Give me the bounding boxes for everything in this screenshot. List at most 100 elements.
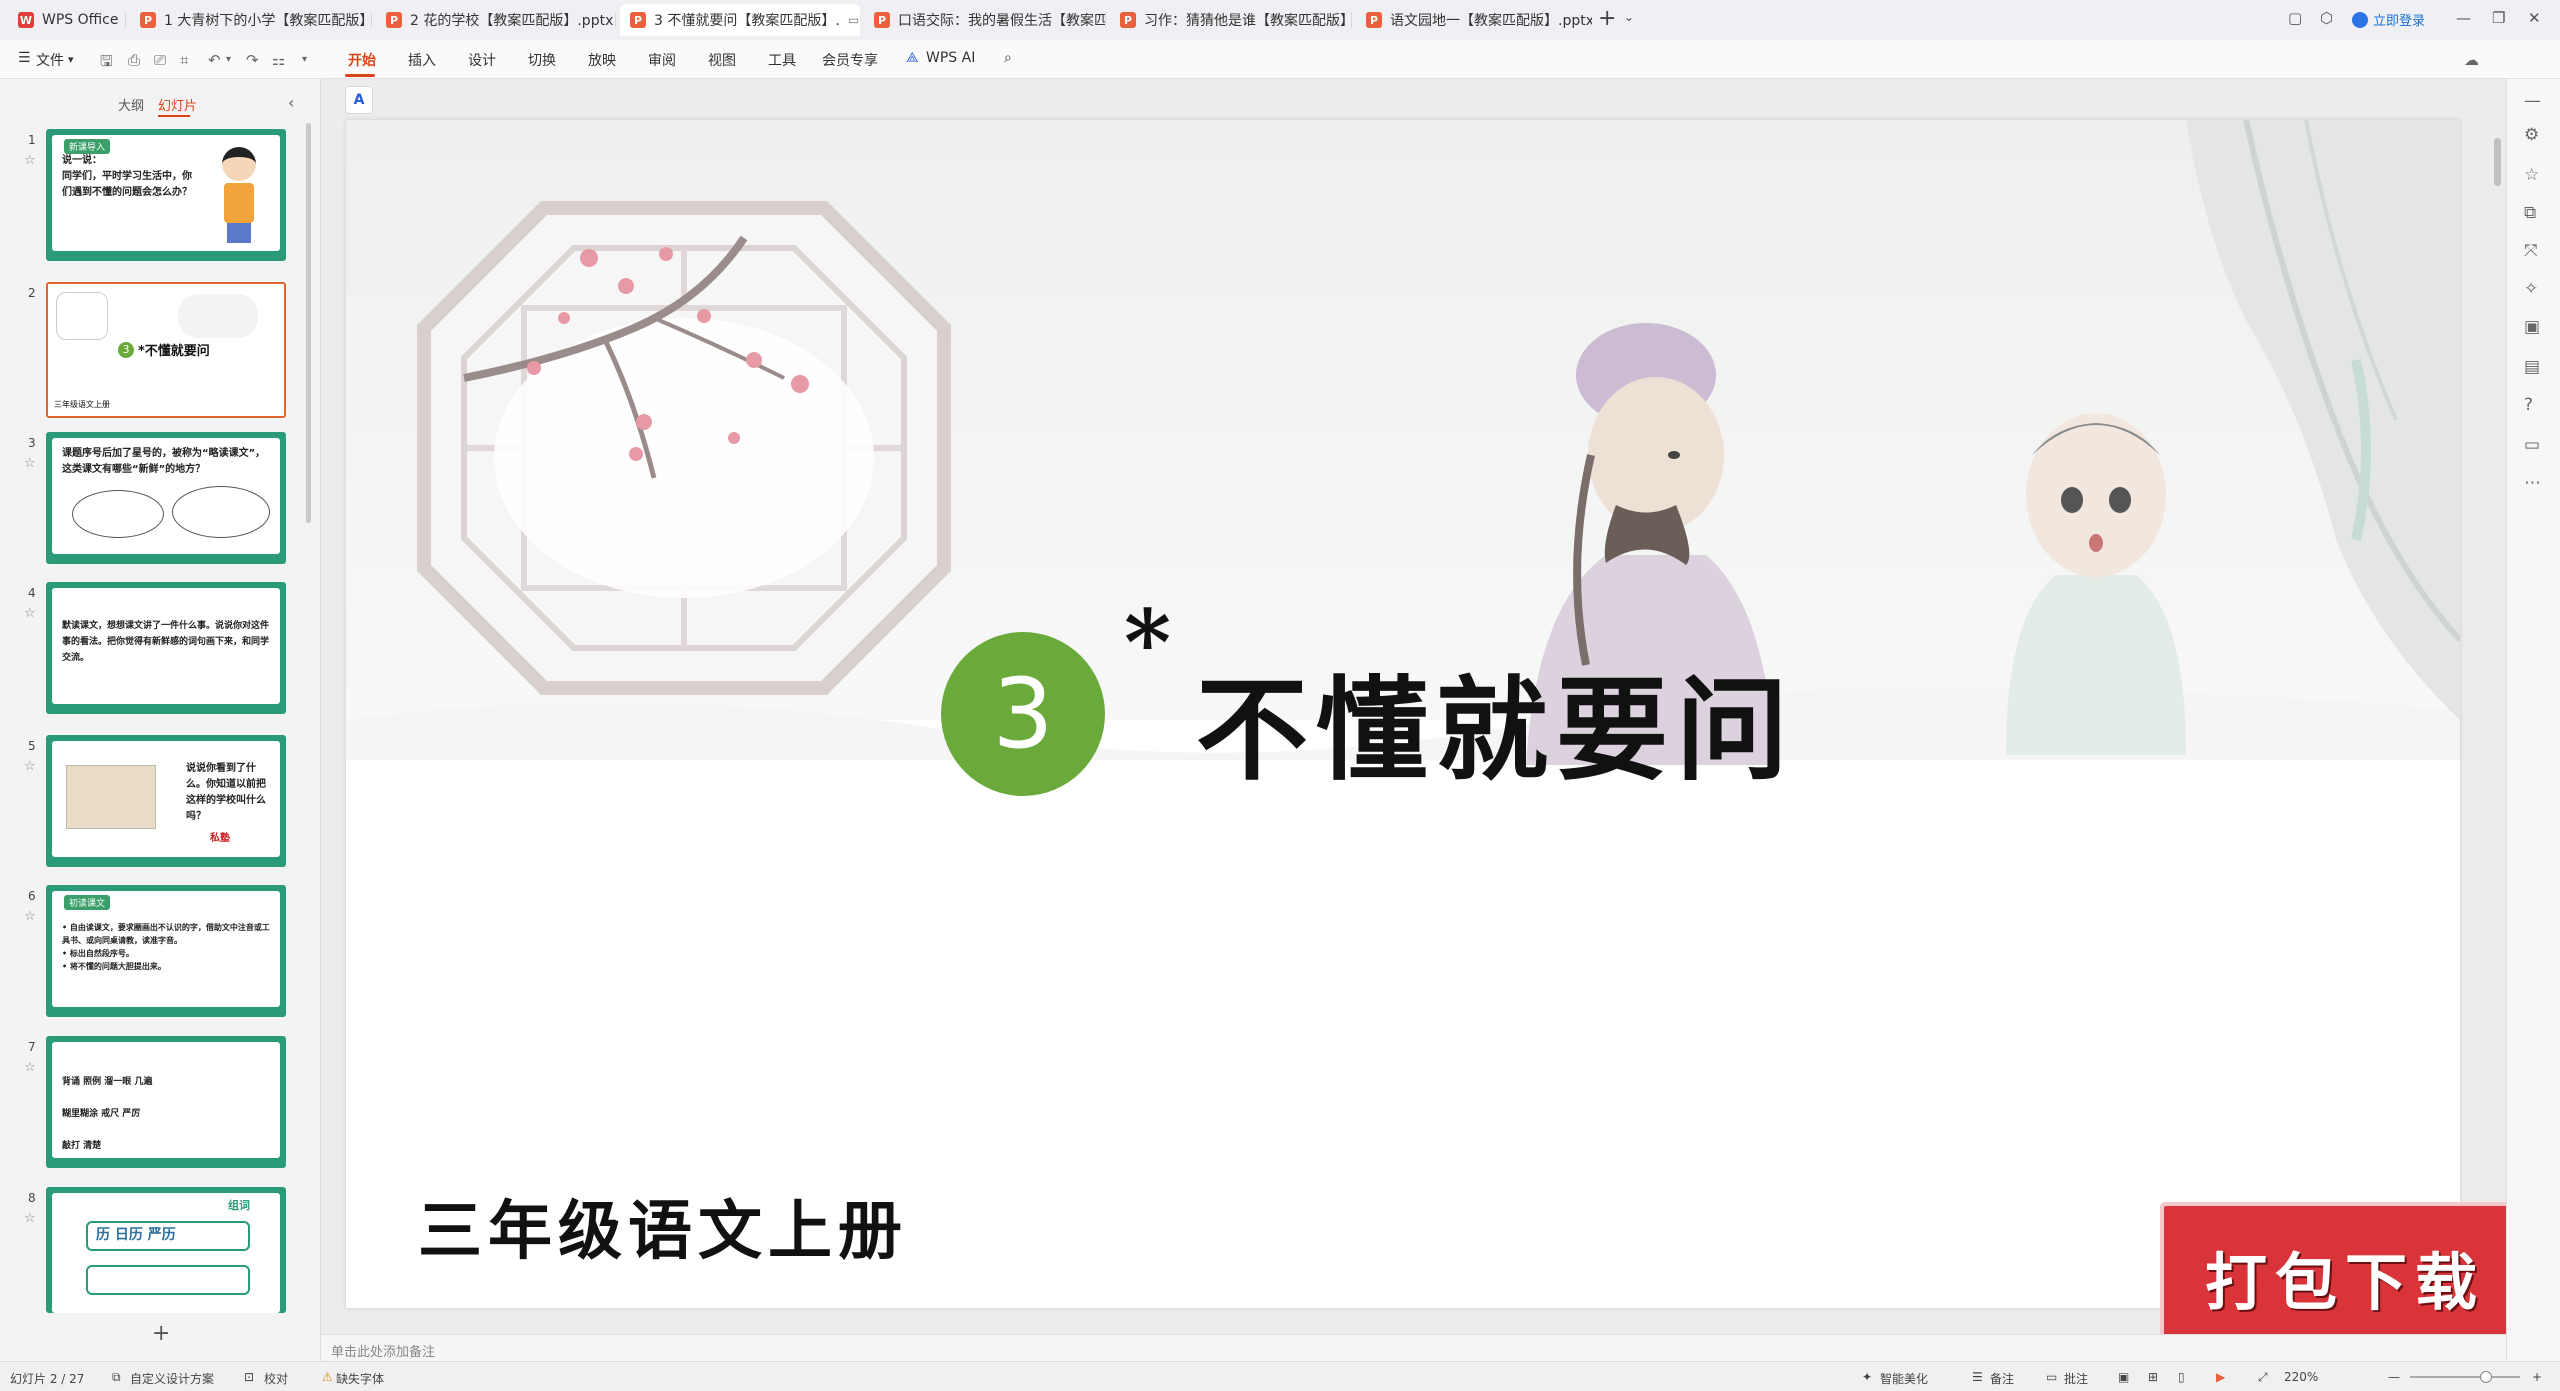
slide-thumbnail-row[interactable]: 7 ☆ 背诵 照例 溜一眼 几遍 糊里糊涂 戒尺 严厉 敲打 清楚 (0, 1036, 300, 1171)
chevron-down-icon[interactable]: ▾ (68, 53, 74, 66)
smart-beautify-button[interactable]: 智能美化 (1880, 1370, 1928, 1387)
undo-icon[interactable]: ↶ (208, 51, 221, 69)
menu-home[interactable]: 开始 (348, 50, 376, 70)
tab-document-active[interactable]: P 3 不懂就要问【教案匹配版】. ▭ ✕ (620, 4, 860, 36)
star-icon[interactable]: ☆ (2524, 165, 2539, 185)
slide-thumbnail-row[interactable]: 4 ☆ 默读课文，想想课文讲了一件什么事。说说你对这件事的看法。把你觉得有新鲜感… (0, 582, 300, 717)
slide-thumbnail[interactable]: 课题序号后加了星号的，被称为“略读课文”，这类课文有哪些“新鲜”的地方？ (46, 432, 286, 564)
slide-thumbnail-row[interactable]: 2 3 *不懂就要问 三年级语文上册 (0, 282, 300, 418)
tab-document[interactable]: P 习作：猜猜他是谁【教案匹配版】.pp (1110, 4, 1352, 36)
slide-thumbnail[interactable]: 新课导入 说一说： 同学们，平时学习生活中，你们遇到不懂的问题会怎么办？ (46, 129, 286, 261)
download-stamp-overlay[interactable]: 打包下载 (2160, 1202, 2530, 1352)
collapse-icon[interactable]: — (2524, 91, 2541, 111)
cloud-sync-icon[interactable]: ☁ (2464, 51, 2479, 69)
window-restore-icon[interactable]: ▢ (2288, 9, 2302, 27)
menu-file[interactable]: 文件 (36, 50, 64, 70)
slide-subtitle[interactable]: 三年级语文上册 (418, 1180, 908, 1272)
menu-slideshow[interactable]: 放映 (588, 50, 616, 70)
menu-review[interactable]: 审阅 (648, 50, 676, 70)
fit-window-icon[interactable]: ⤢ (2258, 1370, 2268, 1385)
sorter-view-icon[interactable]: ⊞ (2148, 1370, 2158, 1384)
slide-thumbnail-row[interactable]: 5 ☆ 说说你看到了什么。你知道以前把这样的学校叫什么吗？ 私塾 (0, 735, 300, 870)
menu-design[interactable]: 设计 (468, 50, 496, 70)
menu-tools[interactable]: 工具 (768, 50, 796, 70)
slide-title[interactable]: 不懂就要问 (1196, 640, 1796, 802)
star-icon[interactable]: ☆ (24, 1211, 36, 1226)
tab-slides[interactable]: 幻灯片 (158, 95, 197, 114)
transform-icon[interactable]: ⤧ (2524, 241, 2538, 261)
star-icon[interactable]: ☆ (24, 759, 36, 774)
star-icon[interactable]: ☆ (24, 153, 36, 168)
play-slideshow-icon[interactable]: ▶ (2216, 1370, 2225, 1384)
comment-icon[interactable]: ▭ (2524, 435, 2540, 455)
slide-thumbnail[interactable]: 默读课文，想想课文讲了一件什么事。说说你对这件事的看法。把你觉得有新鲜感的词句画… (46, 582, 286, 714)
star-icon[interactable]: ☆ (24, 909, 36, 924)
slide-thumbnail[interactable]: 组词 历 日历 严历 (46, 1187, 286, 1313)
menu-view[interactable]: 视图 (708, 50, 736, 70)
slide-thumbnail[interactable]: 初读课文 • 自由读课文，要求圈画出不认识的字，借助文中注音或工具书、或向同桌请… (46, 885, 286, 1017)
slide-thumbnail-selected[interactable]: 3 *不懂就要问 三年级语文上册 (46, 282, 286, 418)
proofread-button[interactable]: 校对 (264, 1370, 288, 1387)
zoom-in-icon[interactable]: + (2532, 1370, 2542, 1384)
slide-thumbnail[interactable]: 背诵 照例 溜一眼 几遍 糊里糊涂 戒尺 严厉 敲打 清楚 (46, 1036, 286, 1168)
search-icon[interactable]: ⌕ (1004, 50, 1012, 66)
tab-document[interactable]: P 语文园地一【教案匹配版】.pptx (1356, 4, 1592, 36)
maximize-icon[interactable]: ❐ (2492, 9, 2505, 27)
menu-member[interactable]: 会员专享 (822, 50, 878, 70)
slide-editor[interactable]: 3 * 不懂就要问 三年级语文上册 (346, 120, 2460, 1308)
chevron-down-icon[interactable]: ▾ (226, 54, 231, 65)
slide-thumbnail-row[interactable]: 6 ☆ 初读课文 • 自由读课文，要求圈画出不认识的字，借助文中注音或工具书、或… (0, 885, 300, 1020)
zoom-slider-handle[interactable] (2480, 1371, 2492, 1383)
menu-insert[interactable]: 插入 (408, 50, 436, 70)
cube-icon[interactable]: ⬡ (2320, 9, 2333, 27)
normal-view-icon[interactable]: ▣ (2118, 1370, 2129, 1384)
quick-settings-icon[interactable]: ⚏ (272, 51, 285, 69)
new-tab-icon[interactable]: + (1598, 6, 1616, 31)
help-icon[interactable]: ? (2524, 395, 2533, 415)
print-icon[interactable]: ⎚ (154, 51, 166, 69)
image-icon[interactable]: ▣ (2524, 317, 2540, 337)
screen-icon[interactable]: ▭ (848, 13, 859, 27)
tab-document[interactable]: P 1 大青树下的小学【教案匹配版】.pp (130, 4, 372, 36)
layers-icon[interactable]: ⧉ (2524, 203, 2536, 223)
zoom-out-icon[interactable]: — (2388, 1370, 2400, 1384)
slide-thumbnail-row[interactable]: 1 ☆ 新课导入 说一说： 同学们，平时学习生活中，你们遇到不懂的问题会怎么办？ (0, 129, 300, 264)
chevron-down-icon[interactable]: ⌄ (1624, 10, 1634, 24)
menu-transition[interactable]: 切换 (528, 50, 556, 70)
missing-font-button[interactable]: 缺失字体 (336, 1370, 384, 1387)
book-icon[interactable]: ▤ (2524, 357, 2540, 377)
magic-icon[interactable]: ✧ (2524, 279, 2538, 299)
star-icon[interactable]: ☆ (24, 456, 36, 471)
minimize-icon[interactable]: — (2456, 9, 2471, 27)
tab-outline[interactable]: 大纲 (118, 95, 144, 114)
notes-button[interactable]: 备注 (1990, 1370, 2014, 1387)
slide-thumbnail[interactable]: 说说你看到了什么。你知道以前把这样的学校叫什么吗？ 私塾 (46, 735, 286, 867)
more-icon[interactable]: ⋯ (2524, 473, 2541, 493)
slide-scrollbar[interactable] (2494, 138, 2501, 186)
collapse-panel-icon[interactable]: ‹ (288, 93, 294, 112)
hamburger-menu-icon[interactable]: ☰ (18, 50, 31, 66)
star-icon[interactable]: ☆ (24, 606, 36, 621)
tab-wps-home[interactable]: W WPS Office (8, 4, 126, 36)
chevron-down-icon[interactable]: ▾ (302, 54, 307, 65)
tab-document[interactable]: P 2 花的学校【教案匹配版】.pptx (376, 4, 616, 36)
close-window-icon[interactable]: ✕ (2528, 9, 2541, 27)
login-button[interactable]: 立即登录 (2352, 10, 2425, 29)
ai-assistant-icon[interactable]: A (345, 86, 373, 114)
comments-button[interactable]: 批注 (2064, 1370, 2088, 1387)
zoom-slider[interactable] (2410, 1376, 2520, 1378)
panel-scrollbar[interactable] (306, 123, 311, 523)
zoom-level[interactable]: 220% (2284, 1370, 2318, 1384)
slide-thumbnail-row[interactable]: 3 ☆ 课题序号后加了星号的，被称为“略读课文”，这类课文有哪些“新鲜”的地方？ (0, 432, 300, 567)
redo-icon[interactable]: ↷ (246, 51, 259, 69)
design-scheme-button[interactable]: 自定义设计方案 (130, 1370, 214, 1387)
sliders-icon[interactable]: ⚙ (2524, 125, 2539, 145)
tab-document[interactable]: P 口语交际：我的暑假生活【教案匹配 (864, 4, 1106, 36)
reading-view-icon[interactable]: ▯ (2178, 1370, 2185, 1384)
export-icon[interactable]: ⎙ (128, 51, 140, 69)
save-icon[interactable]: 🖫 (100, 51, 113, 76)
star-icon[interactable]: ☆ (24, 1060, 36, 1075)
format-painter-icon[interactable]: ⌗ (180, 51, 188, 69)
slide-thumbnail-row[interactable]: 8 ☆ 组词 历 日历 严历 (0, 1187, 300, 1322)
notes-pane[interactable]: 单击此处添加备注 (321, 1334, 2506, 1362)
